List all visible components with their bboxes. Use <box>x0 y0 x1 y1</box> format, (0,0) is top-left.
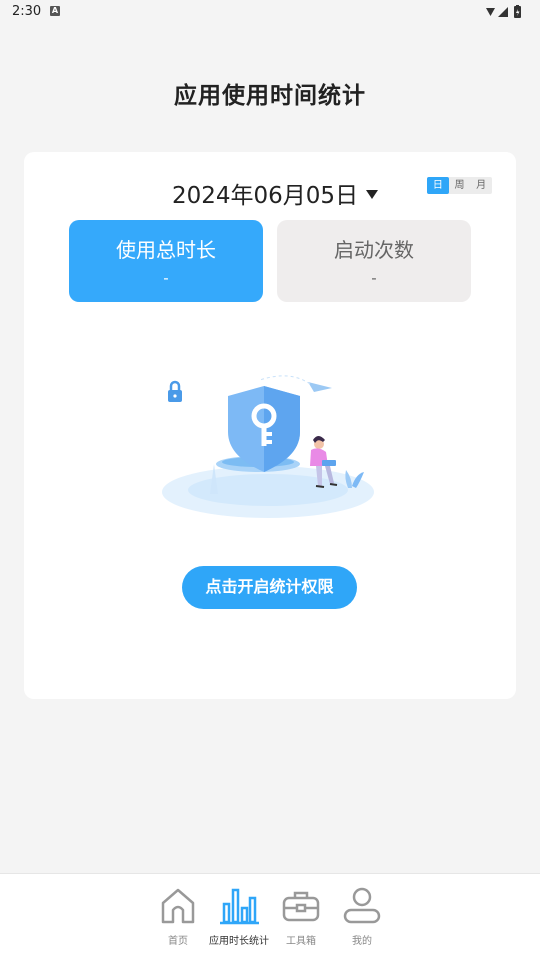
nav-item-app-usage-stats[interactable]: 应用时长统计 <box>204 886 274 947</box>
permission-illustration <box>162 375 374 518</box>
status-bar: 2:30 A <box>0 0 540 24</box>
status-time: 2:30 <box>12 4 42 19</box>
wifi-icon <box>486 8 495 16</box>
home-icon <box>161 888 195 924</box>
date-selector[interactable]: 2024年06月05日 <box>172 178 379 209</box>
battery-icon <box>514 5 521 18</box>
bottom-nav: 首页 应用时长统计 工具箱 我的 <box>0 873 540 960</box>
tab-month[interactable]: 月 <box>470 177 492 194</box>
total-duration-card[interactable]: 使用总时长 - <box>69 220 263 302</box>
tab-week[interactable]: 周 <box>449 177 471 194</box>
nav-label-toolbox: 工具箱 <box>286 936 316 947</box>
tab-day[interactable]: 日 <box>427 177 449 194</box>
date-label: 2024年06月05日 <box>172 183 359 209</box>
launch-count-value: - <box>371 269 377 287</box>
nav-label-app-usage-stats: 应用时长统计 <box>209 936 269 947</box>
status-icons <box>486 5 521 18</box>
period-segmented-control: 日 周 月 <box>427 177 492 194</box>
nav-item-profile[interactable]: 我的 <box>327 886 397 947</box>
nav-label-home: 首页 <box>168 936 188 947</box>
nav-item-home[interactable]: 首页 <box>143 886 213 947</box>
page-title: 应用使用时间统计 <box>174 83 366 109</box>
notification-a-icon: A <box>50 6 60 16</box>
stats-card: 2024年06月05日 日 周 月 使用总时长 - 启动次数 - 点击开启统计权… <box>24 152 516 699</box>
total-duration-value: - <box>163 269 169 287</box>
enable-permission-button[interactable]: 点击开启统计权限 <box>182 566 357 609</box>
signal-icon <box>498 7 508 17</box>
nav-item-toolbox[interactable]: 工具箱 <box>266 886 336 947</box>
launch-count-card[interactable]: 启动次数 - <box>277 220 471 302</box>
nav-label-profile: 我的 <box>352 936 372 947</box>
caret-down-icon <box>366 189 379 199</box>
launch-count-label: 启动次数 <box>334 238 414 262</box>
total-duration-label: 使用总时长 <box>116 238 216 262</box>
bar-chart-icon <box>220 888 259 925</box>
user-icon <box>343 887 381 924</box>
toolbox-icon <box>282 891 320 922</box>
